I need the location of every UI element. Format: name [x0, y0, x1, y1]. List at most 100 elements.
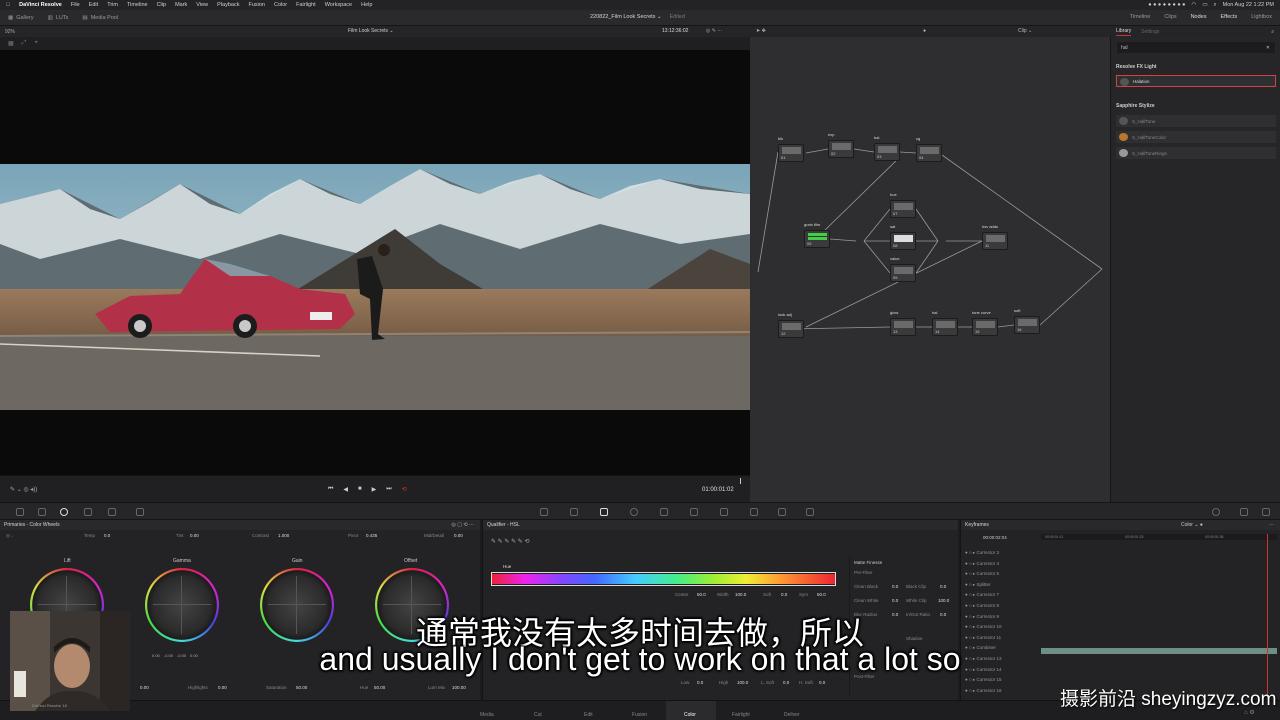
reset-icon[interactable]: ◎ ⸝ [6, 533, 13, 539]
menu-fusion[interactable]: Fusion [248, 2, 265, 8]
menu-app-name[interactable]: DaVinci Resolve [19, 2, 62, 8]
media-pool-button[interactable]: ▤ Media Pool [82, 15, 118, 21]
tab-settings[interactable]: Settings [1141, 29, 1159, 35]
soft-value[interactable]: 0.0 [781, 592, 787, 597]
keyframe-mode-select[interactable]: Color ⌄ ● [1181, 522, 1203, 528]
color-warper-icon[interactable] [570, 508, 578, 516]
status-icons[interactable]: ● ● ● ● ● ● ● ● [1148, 2, 1185, 8]
menu-trim[interactable]: Trim [107, 2, 118, 8]
corrector-node[interactable]: 04 [916, 144, 942, 162]
corrector-node[interactable]: 11 [982, 232, 1008, 250]
sym-value[interactable]: 50.0 [817, 592, 826, 597]
white-clip-value[interactable]: 100.0 [938, 598, 949, 603]
corrector-node[interactable]: 08 [890, 232, 916, 250]
low-value[interactable]: 0.0 [697, 680, 703, 685]
battery-icon[interactable]: ▭ [1202, 2, 1207, 8]
menu-timeline[interactable]: Timeline [127, 2, 148, 8]
tab-library[interactable]: Library [1116, 28, 1132, 36]
gallery-button[interactable]: ▦ Gallery [8, 15, 34, 21]
color-match-icon[interactable] [38, 508, 46, 516]
track-toggle-icon[interactable]: ● ○ ▸ [965, 561, 976, 566]
mid-detail-value[interactable]: 0.00 [454, 533, 463, 538]
curves-icon[interactable] [540, 508, 548, 516]
keyframe-track-row[interactable]: ● ○ ▸ Corrector 15 [965, 677, 1037, 685]
scrub-playhead[interactable] [740, 478, 741, 484]
clean-black-value[interactable]: 0.0 [892, 584, 898, 589]
corrector-node[interactable]: 09 [890, 264, 916, 282]
magic-mask-icon[interactable] [690, 508, 698, 516]
fx-halftone[interactable]: S_HalfTone [1116, 115, 1276, 127]
corrector-node[interactable]: 07 [890, 200, 916, 218]
track-toggle-icon[interactable]: ● ○ ▸ [965, 688, 976, 693]
library-search-input[interactable]: hal [1117, 42, 1275, 53]
section-resolve-fx-light[interactable]: Resolve FX Light [1116, 64, 1157, 70]
go-to-start-button[interactable]: ⏮ [328, 486, 333, 493]
keyframe-track-row[interactable]: ● ○ ▸ Corrector 3 [965, 550, 1037, 558]
node-editor[interactable]: blk 01 exp 02 bal 03 cg 04 grain film 05 hue 07 sat 0… [750, 37, 1110, 502]
color-wheels-icon[interactable] [60, 508, 68, 516]
search-icon[interactable]: ⌕ [1271, 29, 1274, 35]
page-fairlight[interactable]: Fairlight [732, 712, 750, 718]
black-clip-value[interactable]: 0.0 [940, 584, 946, 589]
transform-icon[interactable]: ⤢ [22, 40, 27, 47]
corrector-node[interactable]: 01 [778, 144, 804, 162]
effects-button[interactable]: Effects [1220, 14, 1237, 20]
viewer-zoom[interactable]: 92% [5, 29, 15, 35]
section-sapphire-stylize[interactable]: Sapphire Stylize [1116, 103, 1155, 109]
page-fusion[interactable]: Fusion [632, 712, 647, 718]
window-icon[interactable] [630, 508, 638, 516]
camera-raw-icon[interactable] [16, 508, 24, 516]
info-icon[interactable] [1240, 508, 1248, 516]
corrector-node[interactable]: 16 [1014, 316, 1040, 334]
motion-effects-icon[interactable] [108, 508, 116, 516]
key-icon[interactable] [750, 508, 758, 516]
menu-color[interactable]: Color [274, 2, 287, 8]
h-soft-value[interactable]: 0.0 [819, 680, 825, 685]
corrector-node[interactable]: 05 [804, 230, 830, 248]
luts-button[interactable]: ▥ LUTs [48, 15, 69, 21]
audio-icon[interactable]: ✎ ⌄ ◎ ◂)) [10, 486, 37, 493]
menu-file[interactable]: File [71, 2, 80, 8]
grid-icon[interactable]: ▦ [8, 40, 14, 47]
hdr-icon[interactable] [136, 508, 144, 516]
page-media[interactable]: Media [480, 712, 494, 718]
viewer[interactable] [0, 50, 750, 475]
menu-playback[interactable]: Playback [217, 2, 239, 8]
track-toggle-icon[interactable]: ● ○ ▸ [965, 550, 976, 555]
search-icon[interactable]: ⌕ [1214, 2, 1217, 9]
keyframe-ruler[interactable]: 00:00:01:11 00:00:01:23 00:00:01:35 [1041, 534, 1277, 540]
stop-button[interactable]: ■ [358, 486, 362, 493]
track-toggle-icon[interactable]: ● ○ ▸ [965, 592, 976, 597]
fx-halftone-color[interactable]: S_HalfToneColor [1116, 131, 1276, 143]
go-to-end-button[interactable]: ⏭ [386, 486, 391, 493]
fx-halftone-rings[interactable]: S_HalfToneRings [1116, 147, 1276, 159]
keyframe-track-row[interactable]: ● ○ ▸ Corrector 5 [965, 571, 1037, 579]
temp-value[interactable]: 0.0 [104, 533, 110, 538]
loop-button[interactable]: ⟲ [402, 486, 407, 493]
timeline-button[interactable]: Timeline [1130, 14, 1151, 20]
clean-white-value[interactable]: 0.0 [892, 598, 898, 603]
l-soft-value[interactable]: 0.0 [783, 680, 789, 685]
viewer-options-icon[interactable]: ◎ ✎ ⋯ [706, 28, 722, 34]
clips-button[interactable]: Clips [1164, 14, 1176, 20]
pointer-icon[interactable]: ➤ ✥ [756, 28, 766, 34]
corrector-node[interactable]: 13 [890, 318, 916, 336]
keyframe-track-row[interactable]: ● ○ ▸ Corrector 7 [965, 592, 1037, 600]
lightbox-button[interactable]: Lightbox [1251, 14, 1272, 20]
track-toggle-icon[interactable]: ● ○ ▸ [965, 582, 976, 587]
page-cut[interactable]: Cut [534, 712, 542, 718]
corrector-node[interactable]: 15 [972, 318, 998, 336]
apple-icon[interactable]:  [6, 2, 10, 8]
fx-halation[interactable]: Halation [1116, 75, 1276, 87]
menu-mark[interactable]: Mark [175, 2, 187, 8]
corrector-node[interactable]: 14 [932, 318, 958, 336]
3d-icon[interactable] [806, 508, 814, 516]
panel-options-icon[interactable] [1262, 508, 1270, 516]
crosshair-icon[interactable]: ⌖ [34, 40, 37, 47]
menu-edit[interactable]: Edit [89, 2, 98, 8]
shadows-value[interactable]: 0.00 [140, 685, 149, 690]
keyframe-track-row[interactable]: ● ○ ▸ Splitter [965, 582, 1037, 590]
wifi-icon[interactable]: ◠ [1192, 2, 1197, 8]
node-mode-select[interactable]: Clip ⌄ [1018, 28, 1032, 34]
page-edit[interactable]: Edit [584, 712, 593, 718]
